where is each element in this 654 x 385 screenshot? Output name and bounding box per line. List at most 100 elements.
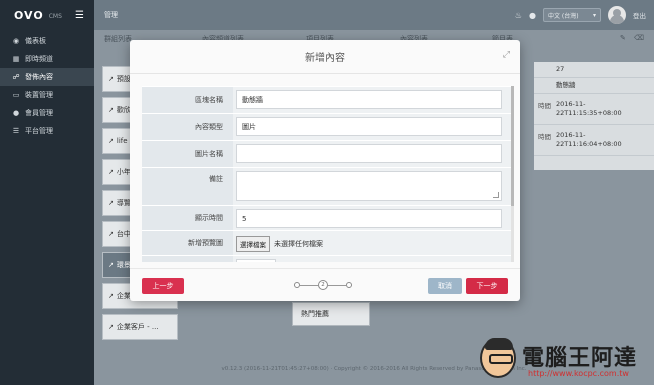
resize-icon: ↗ <box>108 323 114 331</box>
block-name-field[interactable]: 動態牆 <box>236 90 502 109</box>
list-item-label: 歡欣 <box>116 106 131 114</box>
field-label: 顯示時間 <box>142 206 233 230</box>
logout-link[interactable]: 登出 <box>633 10 646 20</box>
field-label: 新增預覽圖 <box>142 231 233 255</box>
share-icon: ☍ <box>12 73 20 81</box>
edit-icon[interactable]: ✎ <box>620 34 626 42</box>
watermark: 電腦王阿達 http://www.kocpc.com.tw <box>480 336 652 384</box>
app-logo-sub: CMS <box>48 12 62 20</box>
list-item-label: 企業 <box>116 292 131 300</box>
breadcrumb[interactable]: 管理 <box>94 10 118 20</box>
user-icon[interactable]: ● <box>529 11 536 20</box>
field-label: 圖片名稱 <box>142 141 233 167</box>
menu-toggle-icon[interactable]: ☰ <box>75 10 84 21</box>
resize-icon: ↗ <box>108 106 114 114</box>
form-row <box>142 255 512 262</box>
sidebar-item-label: 即時頻道 <box>25 55 53 63</box>
extra-field[interactable] <box>236 259 276 262</box>
top-bar: 管理 ♨ ● 中文 (台灣) ▾ 登出 <box>94 0 654 30</box>
file-status: 未選擇任何檔案 <box>274 239 323 248</box>
sidebar-item-platform[interactable]: ☰ 平台管理 <box>0 122 94 140</box>
app-logo[interactable]: OVO <box>14 9 44 22</box>
list-item-label: 環景 <box>116 261 131 269</box>
table-row: 動態牆 <box>534 78 654 94</box>
notes-textarea[interactable] <box>236 171 502 201</box>
choose-file-button[interactable]: 選擇檔案 <box>236 235 270 252</box>
row-value: 動態牆 <box>556 81 576 89</box>
list-icon: ☰ <box>12 127 20 135</box>
modal-title: 新增內容 <box>305 53 345 64</box>
form-row: 區塊名稱 動態牆 <box>142 86 512 113</box>
next-step-button[interactable]: 下一步 <box>466 278 508 294</box>
table-row: 27 <box>534 62 654 78</box>
row-value: 27 <box>556 65 565 73</box>
language-select[interactable]: 中文 (台灣) ▾ <box>543 8 601 22</box>
sidebar-item-label: 會員管理 <box>25 109 53 117</box>
display-time-field[interactable]: 5 <box>236 209 502 228</box>
sidebar-item-label: 發佈內容 <box>25 73 53 81</box>
row-value: 2016-11-22T11:16:04+08:00 <box>556 131 622 148</box>
field-label: 內容類型 <box>142 114 233 140</box>
step-line <box>328 284 346 286</box>
scrollbar-thumb[interactable] <box>511 86 514 206</box>
watermark-url: http://www.kocpc.com.tw <box>528 369 629 378</box>
sidebar-item-label: 儀表板 <box>25 37 46 45</box>
field-label <box>142 256 233 262</box>
content-card[interactable]: 熱門推薦 <box>292 302 370 326</box>
row-label: 時間 <box>538 133 551 141</box>
bell-icon[interactable]: ♨ <box>515 11 522 20</box>
content-form: 區塊名稱 動態牆 內容類型 圖片 圖片名稱 備註 顯示時間 5 新增預覽圖 選擇… <box>142 86 512 262</box>
content-type-field[interactable]: 圖片 <box>236 117 502 136</box>
list-item-label: 小年 <box>116 168 131 176</box>
brand: OVO CMS ☰ <box>0 0 94 30</box>
dashboard-icon: ◉ <box>12 37 20 45</box>
modal-header: 新增內容 ⤢ <box>130 40 520 74</box>
list-item-label: 台中 <box>116 230 131 238</box>
add-content-modal: 新增內容 ⤢ 區塊名稱 動態牆 內容類型 圖片 圖片名稱 備註 顯示時間 5 新… <box>130 40 520 301</box>
sidebar-item-label: 平台管理 <box>25 127 53 135</box>
schedule-panel: 27 動態牆 時間 2016-11-22T11:15:35+08:00 時間 201… <box>534 62 654 170</box>
previous-step-button[interactable]: 上一步 <box>142 278 184 294</box>
sidebar-item-publish[interactable]: ☍ 發佈內容 <box>0 68 94 86</box>
grid-icon: ▦ <box>12 55 20 63</box>
sidebar-item-live-channel[interactable]: ▦ 即時頻道 <box>0 50 94 68</box>
field-label: 備註 <box>142 168 233 205</box>
resize-icon: ↗ <box>108 137 114 145</box>
form-scrollbar[interactable] <box>511 86 514 262</box>
step-dot <box>346 282 352 288</box>
expand-icon[interactable]: ⤢ <box>503 50 510 60</box>
step-indicator: 2 <box>294 280 352 290</box>
avatar[interactable] <box>608 6 626 24</box>
list-item-label: 導覽 <box>116 199 131 207</box>
sidebar-item-label: 裝置管理 <box>25 91 53 99</box>
table-row: 時間 2016-11-22T11:15:35+08:00 <box>534 94 654 125</box>
file-input: 選擇檔案 未選擇任何檔案 <box>236 234 509 253</box>
watermark-brand: 電腦王阿達 <box>522 346 638 371</box>
step-line <box>300 284 318 286</box>
sidebar-item-members[interactable]: ● 會員管理 <box>0 104 94 122</box>
field-label: 區塊名稱 <box>142 87 233 113</box>
resize-icon: ↗ <box>108 199 114 207</box>
list-item[interactable]: ↗ 企業客戶 - ... <box>102 314 178 340</box>
language-value: 中文 (台灣) <box>548 12 579 20</box>
resize-icon: ↗ <box>108 292 114 300</box>
cancel-button[interactable]: 取消 <box>428 278 462 294</box>
image-name-field[interactable] <box>236 144 502 163</box>
form-row: 內容類型 圖片 <box>142 113 512 140</box>
list-item-label: 企業客戶 - ... <box>116 323 159 331</box>
monitor-icon: ▭ <box>12 91 20 99</box>
resize-icon: ↗ <box>108 261 114 269</box>
sidebar-item-dashboard[interactable]: ◉ 儀表板 <box>0 32 94 50</box>
current-step-dot: 2 <box>318 280 328 290</box>
form-row: 顯示時間 5 <box>142 205 512 230</box>
form-row: 圖片名稱 <box>142 140 512 167</box>
sidebar: OVO CMS ☰ ◉ 儀表板 ▦ 即時頻道 ☍ 發佈內容 ▭ 裝置管理 ● 會… <box>0 0 94 385</box>
content-card-label: 熱門推薦 <box>301 310 329 318</box>
resize-icon: ↗ <box>108 230 114 238</box>
resize-icon: ↗ <box>108 168 114 176</box>
trash-icon[interactable]: ⌫ <box>634 34 644 42</box>
column-heading: 群組列表 <box>104 35 132 43</box>
sidebar-item-devices[interactable]: ▭ 裝置管理 <box>0 86 94 104</box>
row-label: 時間 <box>538 102 551 110</box>
row-value: 2016-11-22T11:15:35+08:00 <box>556 100 622 117</box>
